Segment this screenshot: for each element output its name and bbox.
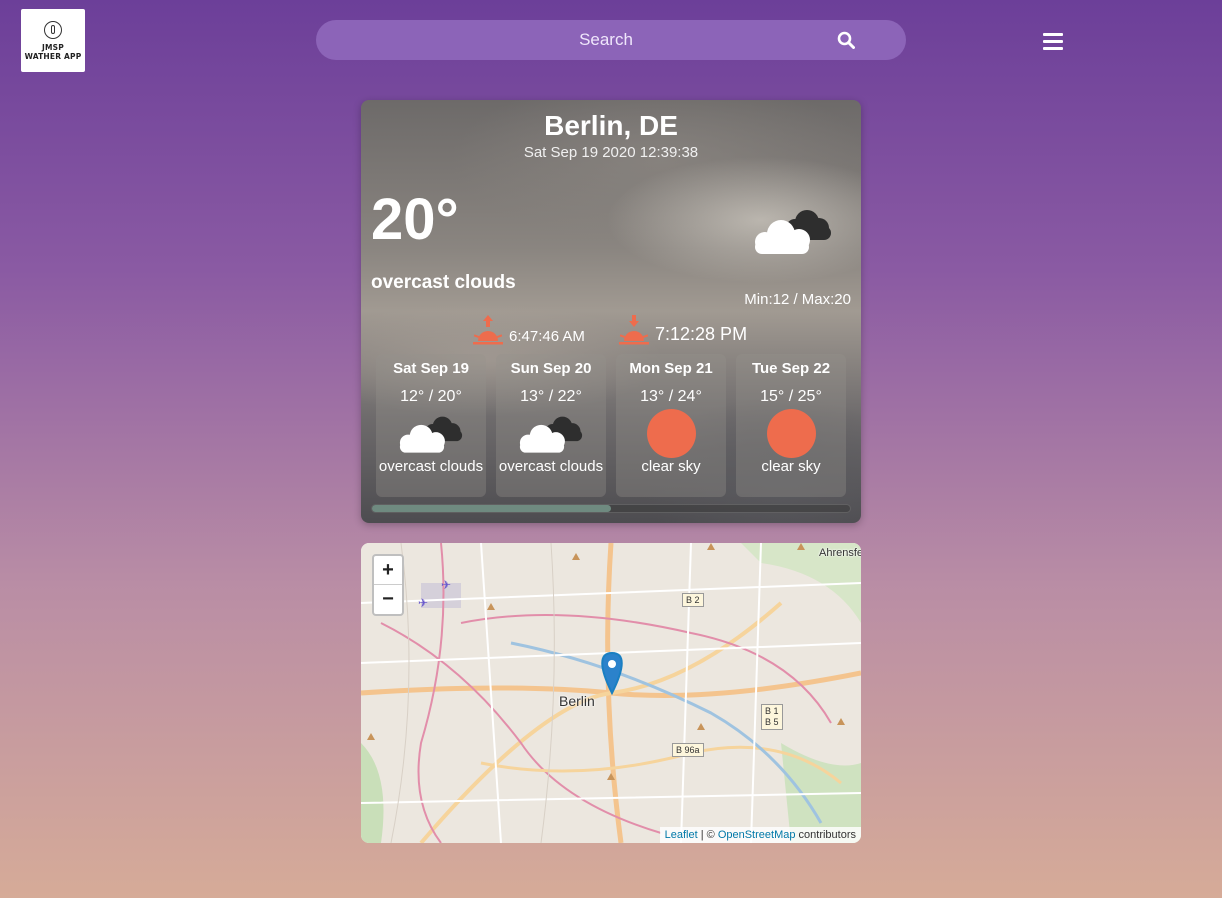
search-icon <box>837 31 855 49</box>
leaflet-link[interactable]: Leaflet <box>665 829 698 841</box>
forecast-temp-range: 13° / 22° <box>520 388 582 405</box>
road-shield: B 96a <box>672 743 704 757</box>
current-datetime: Sat Sep 19 2020 12:39:38 <box>523 144 699 161</box>
overcast-clouds-icon <box>755 210 831 254</box>
forecast-scrollbar[interactable] <box>371 504 851 513</box>
sunset-icon <box>619 315 649 345</box>
map-attribution: Leaflet | © OpenStreetMap contributors <box>659 827 861 843</box>
forecast-day-label: Sat Sep 19 <box>393 360 469 377</box>
hamburger-menu-icon[interactable] <box>1043 33 1063 50</box>
search-input[interactable] <box>316 20 816 60</box>
zoom-in-button[interactable]: + <box>374 556 402 585</box>
sunrise-time: 6:47:46 AM <box>509 328 585 345</box>
min-max-temperature: Min:12 / Max:20 <box>744 291 851 308</box>
forecast-condition: overcast clouds <box>498 458 604 475</box>
road-shield: B 2 <box>682 593 704 607</box>
logo-line1: JMSP <box>42 42 64 52</box>
sunset-time: 7:12:28 PM <box>655 324 748 344</box>
sunrise-info: 6:47:46 AM <box>473 313 585 345</box>
search-bar <box>316 20 906 60</box>
sunset-info: 7:12:28 PM <box>619 313 747 345</box>
forecast-day-card: Mon Sep 21 13° / 24° clear sky <box>616 354 726 497</box>
sun-icon <box>766 408 816 458</box>
overcast-clouds-icon <box>519 416 583 453</box>
overcast-clouds-icon <box>399 416 463 453</box>
forecast-day-card: Sat Sep 19 12° / 20° overcast clouds <box>376 354 486 497</box>
map-city-label: Berlin <box>559 693 595 709</box>
current-temperature: 20° <box>371 187 459 252</box>
forecast-condition: clear sky <box>641 458 701 475</box>
road-shield: B 1B 5 <box>761 704 783 730</box>
svg-text:✈: ✈ <box>441 578 451 592</box>
map-tiles: ✈✈ <box>361 543 861 843</box>
city-name: Berlin, DE <box>544 110 678 141</box>
map-view[interactable]: ✈ ✈ Berlin Ahrensfe B 2 B 1B 5 B 96a + − … <box>361 543 861 843</box>
weather-card: Berlin, DE Sat Sep 19 2020 12:39:38 20° … <box>361 100 861 523</box>
zoom-out-button[interactable]: − <box>374 585 402 614</box>
sunrise-icon <box>473 315 503 345</box>
microphone-icon <box>44 20 62 39</box>
forecast-day-label: Tue Sep 22 <box>751 360 831 377</box>
forecast-day-card: Sun Sep 20 13° / 22° overcast clouds <box>496 354 606 497</box>
forecast-day-label: Mon Sep 21 <box>629 360 713 377</box>
sun-icon <box>646 408 696 458</box>
forecast-condition: clear sky <box>761 458 821 475</box>
forecast-condition: overcast clouds <box>378 458 484 475</box>
logo-line2: WATHER APP <box>24 51 82 61</box>
map-zoom-control: + − <box>372 554 404 616</box>
map-place-label: Ahrensfe <box>819 547 861 559</box>
search-button[interactable] <box>816 20 876 60</box>
svg-text:✈: ✈ <box>418 596 428 610</box>
app-logo[interactable]: JMSP WATHER APP <box>21 9 85 72</box>
forecast-list: Sat Sep 19 12° / 20° overcast clouds Sun… <box>376 354 846 497</box>
current-condition: overcast clouds <box>371 272 516 293</box>
osm-link[interactable]: OpenStreetMap <box>718 829 796 841</box>
forecast-day-label: Sun Sep 20 <box>510 360 592 377</box>
scrollbar-thumb[interactable] <box>372 505 611 512</box>
forecast-day-card: Tue Sep 22 15° / 25° clear sky <box>736 354 846 497</box>
forecast-temp-range: 12° / 20° <box>400 388 462 405</box>
forecast-temp-range: 13° / 24° <box>640 388 702 405</box>
forecast-temp-range: 15° / 25° <box>760 388 822 405</box>
